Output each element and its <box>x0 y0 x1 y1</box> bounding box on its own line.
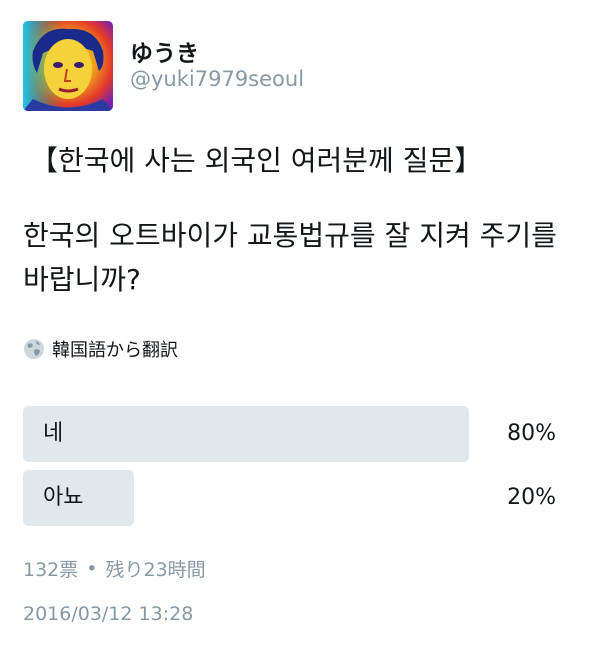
globe-icon <box>24 339 44 359</box>
user-handle[interactable]: @yuki7979seoul <box>130 67 304 91</box>
translate-label: 韓国語から翻訳 <box>52 340 178 361</box>
avatar[interactable] <box>23 21 113 111</box>
poll-track <box>23 470 576 526</box>
time-remaining: 残り23時間 <box>105 559 206 581</box>
poll-track <box>23 406 576 462</box>
poll-bar <box>23 406 469 462</box>
display-name[interactable]: ゆうき <box>130 34 199 68</box>
tweet-title-line: 【한국에 사는 외국인 여러분께 질문】 <box>30 144 483 177</box>
poll-option-yes[interactable]: 네 80% <box>23 406 576 462</box>
poll-option-no[interactable]: 아뇨 20% <box>23 470 576 526</box>
poll-meta: 132票 • 残り23時間 <box>23 555 206 582</box>
poll-option-label: 네 <box>43 421 64 446</box>
translate-link[interactable]: 韓国語から翻訳 <box>23 336 178 362</box>
avatar-image <box>23 21 113 111</box>
meta-separator: • <box>86 557 98 580</box>
poll-option-label: 아뇨 <box>43 485 84 510</box>
tweet-body: 한국의 오트바이가 교통법규를 잘 지켜 주기를 바랍니까? <box>23 219 557 296</box>
poll-option-percent: 80% <box>507 421 556 446</box>
tweet: ゆうき @yuki7979seoul 【한국에 사는 외국인 여러분께 질문】 … <box>0 0 600 652</box>
tweet-timestamp[interactable]: 2016/03/12 13:28 <box>23 603 193 625</box>
vote-count: 132票 <box>23 559 79 581</box>
poll-option-percent: 20% <box>507 485 556 510</box>
